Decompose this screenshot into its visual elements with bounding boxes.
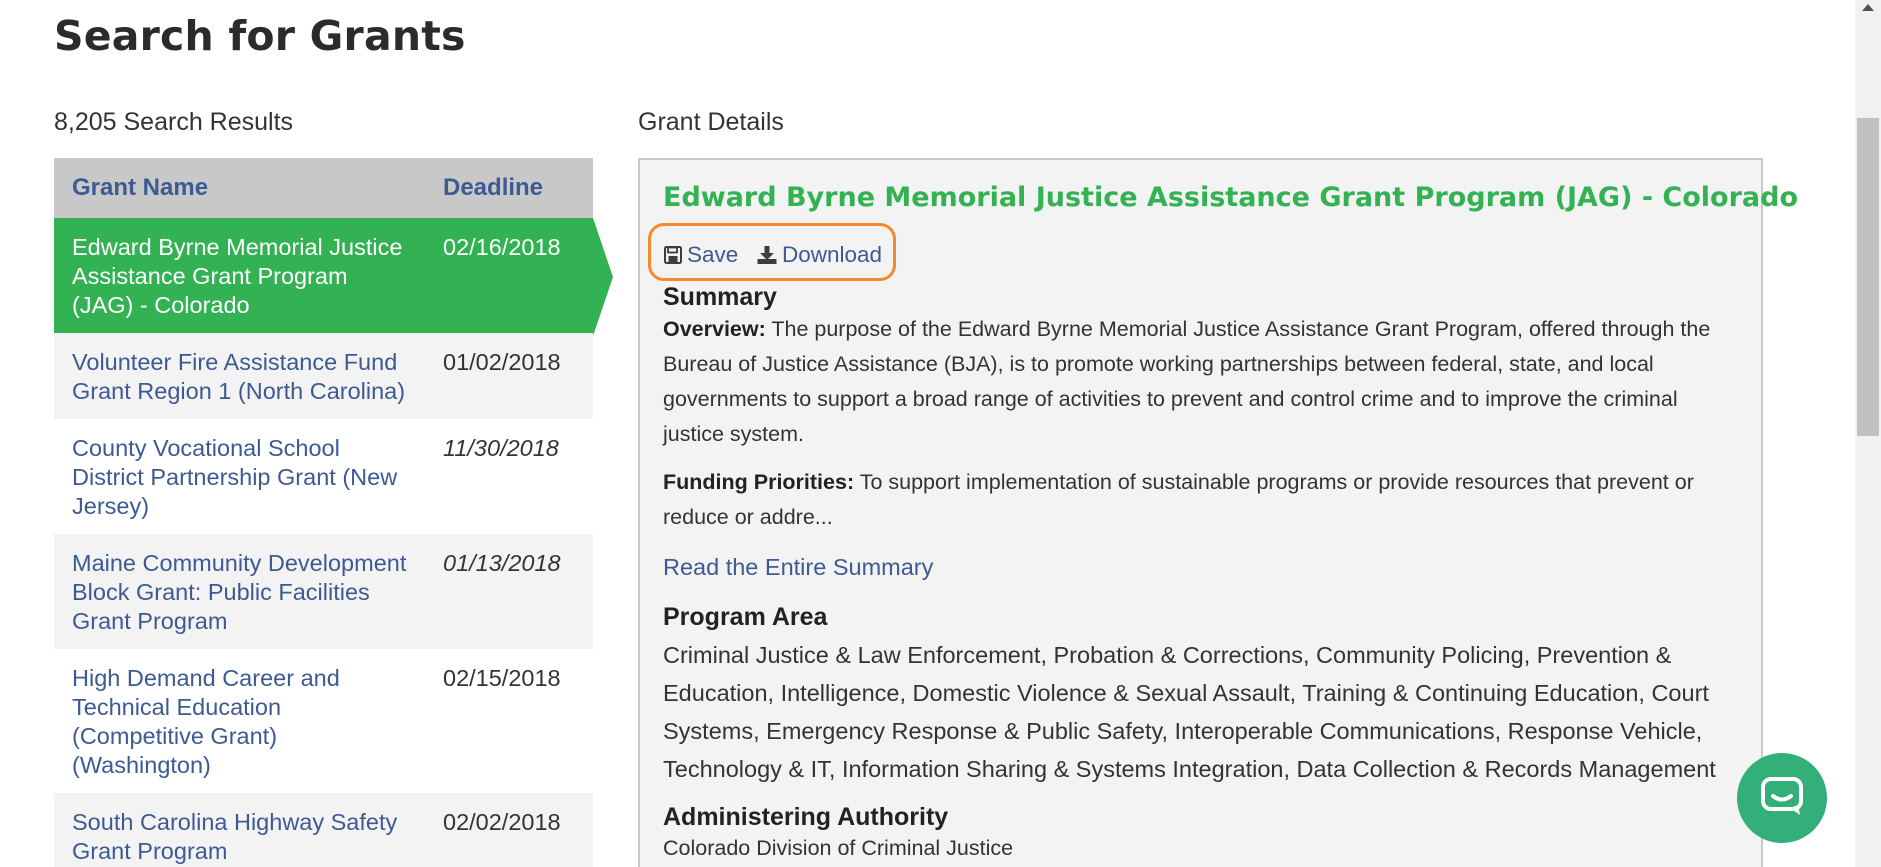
program-area-list: Criminal Justice & Law Enforcement, Prob… [663,642,1716,782]
page-scrollbar[interactable] [1855,0,1881,867]
grant-name-link[interactable]: Volunteer Fire Assistance Fund Grant Reg… [54,333,429,419]
overview-label: Overview: [663,317,766,341]
details-heading: Grant Details [638,108,784,136]
grant-deadline: 01/02/2018 [429,333,593,419]
scroll-up-arrow-icon[interactable] [1862,4,1874,11]
page-title: Search for Grants [54,12,466,60]
grant-deadline: 02/16/2018 [429,218,593,333]
table-header-row: Grant Name Deadline [54,158,593,218]
grant-name-link[interactable]: Edward Byrne Memorial Justice Assistance… [54,218,429,333]
funding-priorities-paragraph: Funding Priorities: To support implement… [663,465,1738,535]
column-header-grant-name[interactable]: Grant Name [54,158,429,218]
grant-title: Edward Byrne Memorial Justice Assistance… [663,182,1799,213]
overview-paragraph: Overview: The purpose of the Edward Byrn… [663,312,1738,452]
read-entire-summary-link[interactable]: Read the Entire Summary [663,554,933,581]
download-label: Download [782,242,883,267]
chat-launcher-button[interactable] [1737,753,1827,843]
save-label: Save [687,242,739,267]
grant-deadline: 01/13/2018 [429,534,593,649]
results-count: 8,205 Search Results [54,108,294,136]
table-row-selected[interactable]: Edward Byrne Memorial Justice Assistance… [54,218,593,333]
program-area-heading: Program Area [663,603,828,631]
grant-deadline: 02/02/2018 [429,793,593,867]
grant-name-link[interactable]: High Demand Career and Technical Educati… [54,649,429,793]
administering-authority-heading: Administering Authority [663,803,949,831]
table-row[interactable]: County Vocational School District Partne… [54,419,593,534]
grant-name-link[interactable]: South Carolina Highway Safety Grant Prog… [54,793,429,867]
chat-icon [1760,776,1804,821]
results-table: Grant Name Deadline Edward Byrne Memoria… [54,158,593,867]
administering-authority-value: Colorado Division of Criminal Justice [663,836,1014,860]
grant-name-link[interactable]: County Vocational School District Partne… [54,419,429,534]
table-row[interactable]: Volunteer Fire Assistance Fund Grant Reg… [54,333,593,419]
download-icon [756,245,778,265]
grant-name-link[interactable]: Maine Community Development Block Grant:… [54,534,429,649]
grant-details-panel: Edward Byrne Memorial Justice Assistance… [638,158,1798,867]
save-button[interactable]: Save [663,242,738,268]
download-button[interactable]: Download [756,242,882,268]
selected-row-pointer [593,218,613,336]
table-row[interactable]: High Demand Career and Technical Educati… [54,649,593,793]
table-row[interactable]: South Carolina Highway Safety Grant Prog… [54,793,593,867]
overview-text: The purpose of the Edward Byrne Memorial… [663,317,1711,446]
table-row[interactable]: Maine Community Development Block Grant:… [54,534,593,649]
column-header-deadline[interactable]: Deadline [429,158,593,218]
grant-deadline: 02/15/2018 [429,649,593,793]
scrollbar-thumb[interactable] [1857,118,1879,436]
save-icon [663,245,683,265]
funding-label: Funding Priorities: [663,470,855,494]
summary-heading: Summary [663,283,777,311]
grant-deadline: 11/30/2018 [429,419,593,534]
